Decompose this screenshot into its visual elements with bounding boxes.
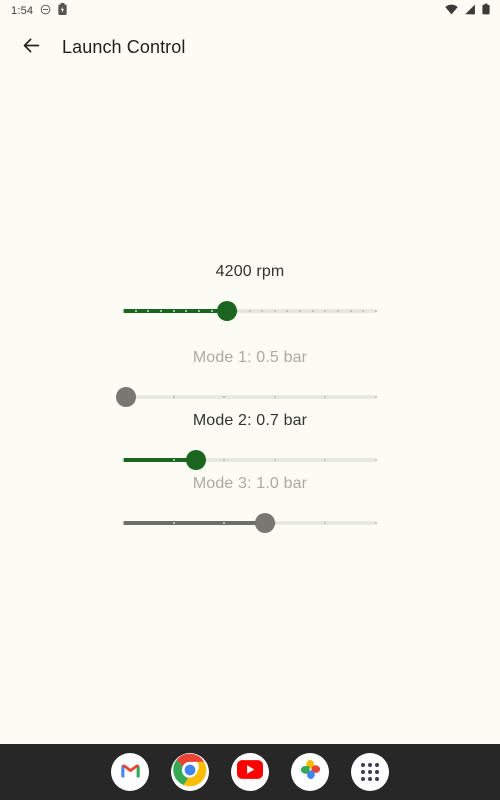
slider-label-mode-3: Mode 3: 1.0 bar — [192, 475, 308, 492]
slider-tick — [134, 310, 137, 312]
back-arrow-icon — [21, 35, 42, 59]
slider-tick — [273, 310, 276, 312]
slider-tick — [273, 459, 276, 461]
slider-tick — [159, 310, 162, 312]
slider-tick — [122, 459, 124, 461]
app-bar: Launch Control — [0, 22, 500, 72]
slider-thumb-mode-2[interactable] — [186, 450, 207, 470]
dock-item-photos[interactable] — [291, 753, 329, 791]
slider-tick — [147, 310, 150, 312]
slider-tick — [122, 310, 124, 312]
battery-saver-icon — [58, 2, 67, 20]
youtube-icon — [237, 760, 263, 784]
cellular-signal-icon — [464, 2, 476, 20]
slider-tick — [210, 310, 213, 312]
slider-thumb-mode-1[interactable] — [115, 387, 136, 407]
back-button[interactable] — [12, 28, 50, 66]
slider-tick — [324, 459, 327, 461]
battery-icon — [482, 2, 490, 20]
dock-item-gmail[interactable] — [111, 753, 149, 791]
slider-group-mode-3: Mode 3: 1.0 bar — [0, 474, 500, 538]
slider-thumb-mode-3[interactable] — [254, 513, 275, 533]
slider-track-mode-2[interactable] — [122, 445, 377, 475]
page-title: Launch Control — [62, 36, 186, 57]
slider-tick — [223, 459, 226, 461]
slider-tick — [286, 310, 289, 312]
slider-group-mode-2: Mode 2: 0.7 bar — [0, 411, 500, 475]
slider-tick — [172, 310, 175, 312]
slider-tick — [223, 522, 226, 524]
slider-tick — [261, 310, 264, 312]
slider-launch-rpm[interactable] — [0, 296, 500, 326]
settings-content: 4200 rpm Mode 1: 0.5 bar Mode 2: 0.7 bar… — [0, 72, 500, 732]
slider-tick — [324, 396, 327, 398]
dock-item-youtube[interactable] — [231, 753, 269, 791]
do-not-disturb-icon — [40, 2, 51, 20]
slider-tick — [349, 310, 352, 312]
slider-group-launch-rpm: 4200 rpm — [0, 262, 500, 326]
slider-thumb-launch-rpm[interactable] — [216, 301, 237, 321]
slider-mode-3[interactable] — [0, 508, 500, 538]
slider-tick — [248, 310, 251, 312]
slider-tick — [337, 310, 340, 312]
status-bar: 1:54 — [0, 0, 500, 22]
app-drawer-icon — [361, 763, 380, 782]
app-dock — [0, 744, 500, 800]
slider-label-mode-2: Mode 2: 0.7 bar — [192, 412, 308, 429]
phone-screen: 1:54 Launch Control 4200 rpm Mode 1: 0.5… — [0, 0, 500, 800]
slider-label-launch-rpm: 4200 rpm — [215, 263, 285, 280]
slider-tick — [172, 459, 175, 461]
slider-tick — [375, 522, 377, 524]
slider-mode-1[interactable] — [0, 382, 500, 412]
slider-tick — [172, 522, 175, 524]
slider-tick — [223, 396, 226, 398]
slider-tick — [299, 310, 302, 312]
slider-group-mode-1: Mode 1: 0.5 bar — [0, 348, 500, 412]
slider-mode-2[interactable] — [0, 445, 500, 475]
chrome-icon — [173, 753, 207, 791]
slider-tick — [172, 396, 175, 398]
slider-tick-marks — [122, 382, 377, 412]
slider-tick — [122, 522, 124, 524]
google-photos-icon — [299, 758, 322, 786]
slider-tick — [311, 310, 314, 312]
slider-tick-marks — [122, 508, 377, 538]
slider-tick — [324, 310, 327, 312]
slider-tick — [375, 310, 377, 312]
gmail-icon — [120, 762, 141, 783]
slider-tick — [362, 310, 365, 312]
slider-label-mode-1: Mode 1: 0.5 bar — [192, 349, 308, 366]
status-bar-right — [445, 2, 490, 20]
dock-item-app-drawer[interactable] — [351, 753, 389, 791]
slider-tick-marks — [122, 296, 377, 326]
slider-tick — [375, 459, 377, 461]
slider-track-launch-rpm[interactable] — [122, 296, 377, 326]
slider-tick — [197, 310, 200, 312]
slider-tick — [185, 310, 188, 312]
slider-tick — [324, 522, 327, 524]
slider-track-mode-1[interactable] — [115, 382, 377, 412]
slider-tick — [273, 396, 276, 398]
status-bar-left: 1:54 — [11, 2, 67, 20]
slider-tick — [375, 396, 377, 398]
dock-item-chrome[interactable] — [171, 753, 209, 791]
wifi-icon — [445, 2, 458, 20]
slider-track-mode-3[interactable] — [122, 508, 377, 538]
slider-tick-marks — [122, 445, 377, 475]
status-bar-clock: 1:54 — [11, 4, 34, 17]
